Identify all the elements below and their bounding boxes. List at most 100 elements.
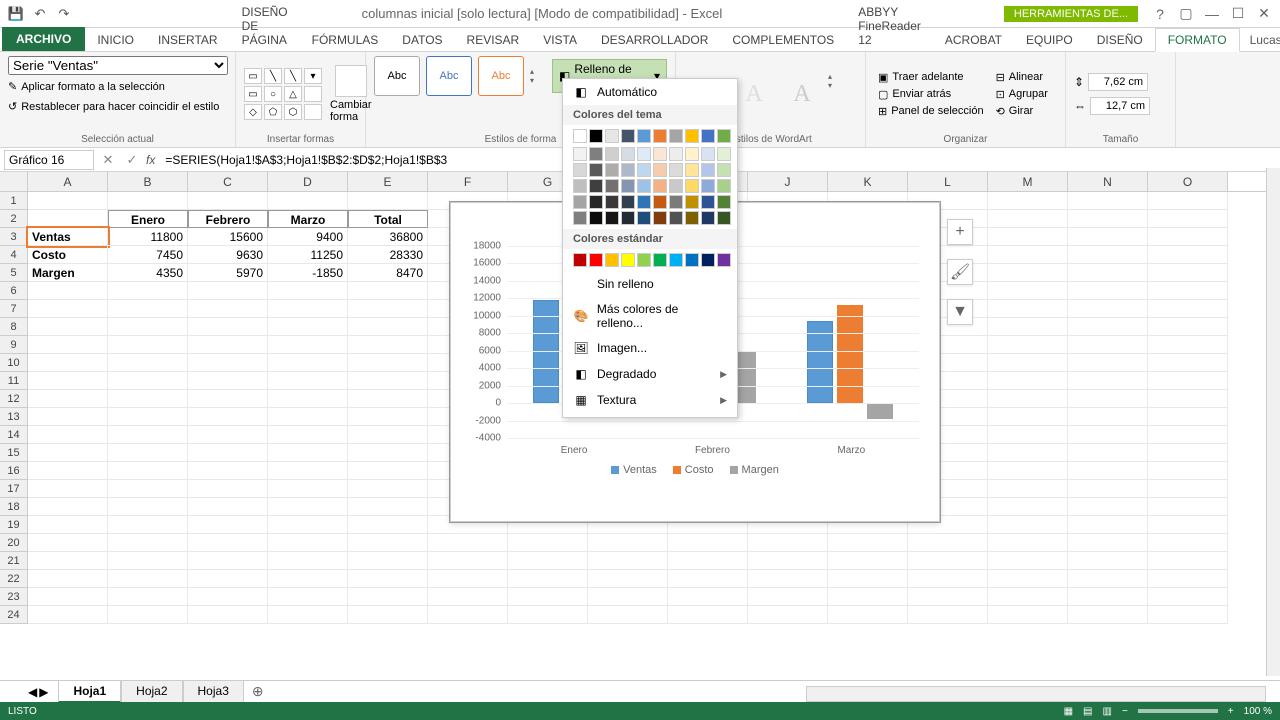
cell[interactable]	[348, 354, 428, 372]
color-swatch[interactable]	[589, 163, 603, 177]
fill-texture[interactable]: ▦Textura▶	[563, 387, 737, 413]
cell[interactable]	[1068, 534, 1148, 552]
user-account[interactable]: Lucas... ▾	[1240, 29, 1280, 51]
color-swatch[interactable]	[621, 195, 635, 209]
cell[interactable]	[1148, 246, 1228, 264]
minimize-icon[interactable]: —	[1200, 4, 1224, 24]
legend-item[interactable]: Costo	[673, 464, 714, 476]
cell[interactable]	[1148, 534, 1228, 552]
cell[interactable]	[988, 282, 1068, 300]
view-layout-icon[interactable]: ▤	[1083, 706, 1092, 717]
cell[interactable]	[268, 408, 348, 426]
cell[interactable]	[28, 426, 108, 444]
cell[interactable]	[348, 282, 428, 300]
cell[interactable]	[748, 534, 828, 552]
cell[interactable]	[1148, 390, 1228, 408]
cell[interactable]: Enero	[108, 210, 188, 228]
cell[interactable]	[188, 606, 268, 624]
cell[interactable]: 5970	[188, 264, 268, 282]
cell[interactable]	[348, 570, 428, 588]
cell[interactable]	[988, 372, 1068, 390]
cell[interactable]	[108, 552, 188, 570]
cell[interactable]	[188, 354, 268, 372]
cell[interactable]: 7450	[108, 246, 188, 264]
cell[interactable]	[28, 192, 108, 210]
cell[interactable]	[348, 462, 428, 480]
cell[interactable]	[348, 534, 428, 552]
cell[interactable]	[188, 588, 268, 606]
row-header[interactable]: 10	[0, 354, 28, 372]
cell[interactable]	[748, 588, 828, 606]
cell[interactable]	[988, 462, 1068, 480]
cell[interactable]: 9400	[268, 228, 348, 246]
cell[interactable]	[428, 552, 508, 570]
cell[interactable]	[108, 354, 188, 372]
column-header[interactable]: L	[908, 172, 988, 191]
cell[interactable]	[588, 534, 668, 552]
zoom-out-icon[interactable]: −	[1122, 706, 1128, 717]
sheet-tab[interactable]: Hoja2	[121, 680, 182, 703]
sheet-nav-prev[interactable]: ◀	[28, 685, 37, 699]
color-swatch[interactable]	[605, 179, 619, 193]
row-header[interactable]: 23	[0, 588, 28, 606]
color-swatch[interactable]	[573, 147, 587, 161]
column-header[interactable]: B	[108, 172, 188, 191]
cell[interactable]	[28, 318, 108, 336]
cell[interactable]	[1148, 354, 1228, 372]
cell[interactable]: -1850	[268, 264, 348, 282]
cell[interactable]	[588, 570, 668, 588]
cell[interactable]	[348, 372, 428, 390]
color-swatch[interactable]	[653, 211, 667, 225]
color-swatch[interactable]	[717, 147, 731, 161]
maximize-icon[interactable]: ☐	[1226, 4, 1250, 24]
tab-formato[interactable]: FORMATO	[1155, 28, 1240, 52]
send-backward-button[interactable]: ▢ Enviar atrás	[874, 87, 988, 102]
cell[interactable]	[188, 408, 268, 426]
cell[interactable]	[108, 498, 188, 516]
cell[interactable]	[988, 552, 1068, 570]
cell[interactable]	[1148, 606, 1228, 624]
cell[interactable]	[268, 588, 348, 606]
select-all-corner[interactable]	[0, 172, 28, 191]
row-header[interactable]: 16	[0, 462, 28, 480]
column-header[interactable]: M	[988, 172, 1068, 191]
shape-height-input[interactable]	[1088, 73, 1148, 91]
add-sheet-button[interactable]: ⊕	[244, 680, 272, 703]
tab-abbyy-finereader-12[interactable]: ABBYY FineReader 12	[846, 1, 933, 51]
cell[interactable]	[268, 570, 348, 588]
tab-complementos[interactable]: COMPLEMENTOS	[720, 29, 846, 51]
cell[interactable]	[1068, 516, 1148, 534]
color-swatch[interactable]	[637, 179, 651, 193]
column-header[interactable]: D	[268, 172, 348, 191]
cell[interactable]	[188, 516, 268, 534]
cell[interactable]	[1148, 264, 1228, 282]
cell[interactable]	[1068, 408, 1148, 426]
view-pagebreak-icon[interactable]: ▥	[1103, 706, 1112, 717]
cell[interactable]	[268, 606, 348, 624]
color-swatch[interactable]	[589, 129, 603, 143]
cell[interactable]	[668, 534, 748, 552]
cell[interactable]	[668, 606, 748, 624]
color-swatch[interactable]	[701, 211, 715, 225]
color-swatch[interactable]	[637, 253, 651, 267]
cell[interactable]	[988, 210, 1068, 228]
cell[interactable]	[188, 192, 268, 210]
cell[interactable]	[188, 390, 268, 408]
column-header[interactable]: O	[1148, 172, 1228, 191]
cell[interactable]	[28, 444, 108, 462]
color-swatch[interactable]	[685, 129, 699, 143]
chart-element-selector[interactable]: Serie "Ventas"	[8, 56, 228, 75]
color-swatch[interactable]	[605, 195, 619, 209]
cell[interactable]	[268, 300, 348, 318]
cell[interactable]	[188, 300, 268, 318]
cell[interactable]	[28, 552, 108, 570]
row-header[interactable]: 4	[0, 246, 28, 264]
cell[interactable]	[108, 606, 188, 624]
color-swatch[interactable]	[621, 129, 635, 143]
fill-image[interactable]: 🖼Imagen...	[563, 335, 737, 361]
zoom-in-icon[interactable]: +	[1228, 706, 1234, 717]
cell[interactable]	[268, 318, 348, 336]
cell[interactable]	[108, 570, 188, 588]
color-swatch[interactable]	[605, 163, 619, 177]
cell[interactable]	[988, 534, 1068, 552]
